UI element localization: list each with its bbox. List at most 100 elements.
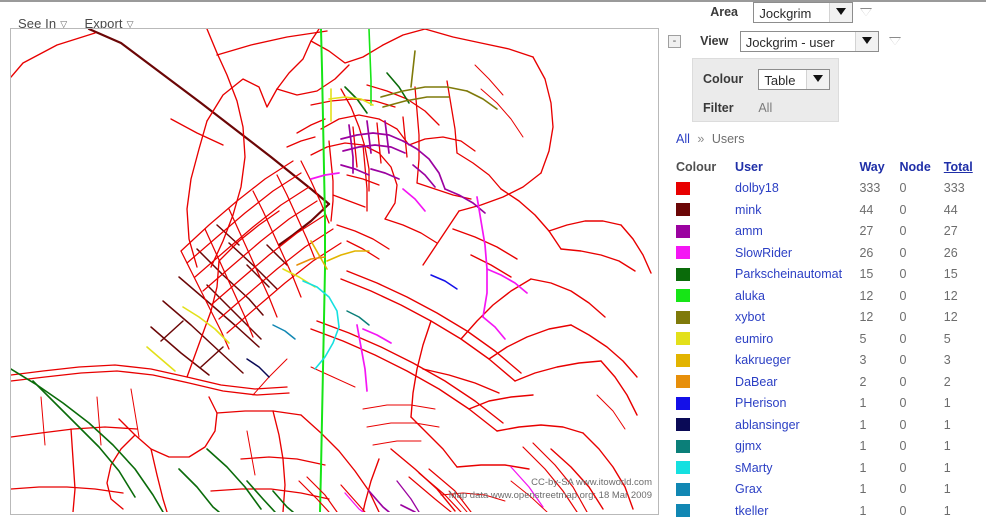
colour-swatch bbox=[676, 310, 690, 324]
users-table: Colour User Way Node Total dolby18 333 0 33… bbox=[676, 160, 986, 525]
user-name-cell[interactable]: DaBear bbox=[735, 375, 859, 397]
user-way-cell: 3 bbox=[859, 353, 867, 367]
user-way-cell: 1 bbox=[859, 417, 867, 432]
colour-swatch bbox=[676, 396, 690, 410]
user-link[interactable]: sMarty bbox=[735, 461, 773, 475]
user-colour-cell bbox=[676, 289, 735, 311]
user-link[interactable]: PHerison bbox=[735, 396, 786, 410]
user-colour-cell bbox=[676, 332, 735, 354]
column-header-total[interactable]: Total bbox=[944, 160, 986, 181]
user-way-cell: 1 bbox=[859, 439, 867, 453]
chevron-down-icon[interactable] bbox=[854, 32, 878, 51]
view-label: View bbox=[700, 33, 729, 48]
user-node-cell: 0 bbox=[899, 503, 907, 518]
map-canvas[interactable]: CC-by-SA www.itoworld.com Map data www.o… bbox=[10, 28, 659, 515]
user-link[interactable]: dolby18 bbox=[735, 181, 779, 195]
user-link[interactable]: amm bbox=[735, 224, 763, 238]
user-total-cell: 5 bbox=[943, 331, 951, 346]
user-name-cell[interactable]: aluka bbox=[735, 289, 859, 311]
chevron-down-icon[interactable] bbox=[806, 70, 830, 89]
user-link[interactable]: DaBear bbox=[735, 375, 777, 389]
users-table-body: dolby18 333 0 333 mink 44 0 44 amm 27 0 27 SlowRider… bbox=[676, 181, 986, 525]
user-total-cell: 44 bbox=[943, 202, 958, 217]
view-select[interactable]: Jockgrim - user bbox=[739, 31, 879, 52]
area-select-value: Jockgrim bbox=[759, 6, 812, 21]
area-control-row: Area Jockgrim bbox=[668, 2, 986, 26]
user-way-cell: 1 bbox=[859, 482, 867, 496]
user-name-cell[interactable]: kakrueger bbox=[735, 353, 859, 375]
user-way-cell: 5 bbox=[859, 331, 867, 346]
colour-swatch bbox=[676, 332, 690, 345]
user-link[interactable]: ablansinger bbox=[735, 418, 800, 432]
breadcrumb-item-all[interactable]: All bbox=[676, 132, 690, 146]
column-header-node[interactable]: Node bbox=[900, 160, 944, 181]
colour-label: Colour bbox=[703, 71, 744, 86]
area-select[interactable]: Jockgrim bbox=[753, 2, 854, 23]
user-node-cell: 0 bbox=[899, 396, 907, 410]
user-colour-cell bbox=[676, 246, 735, 268]
breadcrumb-item-users: Users bbox=[711, 132, 745, 146]
user-total-cell: 12 bbox=[943, 288, 958, 303]
colour-swatch bbox=[676, 353, 690, 367]
control-panel: Area Jockgrim - View Jockgrim - user Col… bbox=[668, 0, 986, 530]
user-total-cell: 15 bbox=[943, 267, 958, 281]
table-row: DaBear 2 0 2 bbox=[676, 375, 986, 397]
column-header-way[interactable]: Way bbox=[859, 160, 899, 181]
view-collapse-button[interactable]: - bbox=[668, 35, 681, 48]
user-colour-cell bbox=[676, 482, 735, 504]
user-way-cell: 44 bbox=[859, 202, 874, 217]
user-name-cell[interactable]: amm bbox=[735, 224, 859, 246]
user-colour-cell bbox=[676, 181, 735, 203]
user-link[interactable]: eumiro bbox=[735, 332, 773, 346]
view-select-value: Jockgrim - user bbox=[745, 35, 835, 50]
user-colour-cell bbox=[676, 396, 735, 418]
chevron-down-icon[interactable] bbox=[829, 3, 853, 22]
user-link[interactable]: xybot bbox=[735, 310, 765, 324]
user-name-cell[interactable]: ablansinger bbox=[735, 418, 859, 440]
user-way-cell: 26 bbox=[859, 245, 874, 260]
user-link[interactable]: Grax bbox=[735, 482, 762, 496]
table-row: kakrueger 3 0 3 bbox=[676, 353, 986, 375]
user-name-cell[interactable]: PHerison bbox=[735, 396, 859, 418]
colour-select-value: Table bbox=[764, 73, 796, 88]
colour-swatch bbox=[676, 224, 690, 238]
user-colour-cell bbox=[676, 310, 735, 332]
user-name-cell[interactable]: dolby18 bbox=[735, 181, 859, 203]
user-link[interactable]: SlowRider bbox=[735, 246, 792, 260]
user-name-cell[interactable]: gjmx bbox=[735, 439, 859, 461]
table-row: amm 27 0 27 bbox=[676, 224, 986, 246]
map-attribution-line2: Map data www.openstreetmap.org: 18 Mar 2… bbox=[448, 490, 652, 501]
table-row: mink 44 0 44 bbox=[676, 203, 986, 225]
user-link[interactable]: Parkscheinautomat bbox=[735, 267, 842, 281]
user-total-cell: 1 bbox=[943, 396, 951, 410]
user-link[interactable]: tkeller bbox=[735, 504, 768, 518]
user-name-cell[interactable]: xybot bbox=[735, 310, 859, 332]
user-name-cell[interactable]: tkeller bbox=[735, 504, 859, 526]
user-colour-cell bbox=[676, 267, 735, 289]
table-row: gjmx 1 0 1 bbox=[676, 439, 986, 461]
user-total-cell: 26 bbox=[943, 245, 958, 260]
user-node-cell: 0 bbox=[899, 482, 907, 496]
user-name-cell[interactable]: mink bbox=[735, 203, 859, 225]
colour-swatch bbox=[676, 418, 690, 431]
user-colour-cell bbox=[676, 439, 735, 461]
user-name-cell[interactable]: eumiro bbox=[735, 332, 859, 354]
user-name-cell[interactable]: sMarty bbox=[735, 461, 859, 483]
user-name-cell[interactable]: Parkscheinautomat bbox=[735, 267, 859, 289]
column-header-user[interactable]: User bbox=[735, 160, 859, 181]
user-name-cell[interactable]: SlowRider bbox=[735, 246, 859, 268]
table-row: Parkscheinautomat 15 0 15 bbox=[676, 267, 986, 289]
area-expand-icon[interactable] bbox=[859, 8, 872, 16]
user-link[interactable]: aluka bbox=[735, 289, 765, 303]
user-link[interactable]: kakrueger bbox=[735, 353, 791, 367]
user-link[interactable]: mink bbox=[735, 203, 761, 217]
view-expand-icon[interactable] bbox=[889, 37, 902, 45]
user-link[interactable]: gjmx bbox=[735, 439, 761, 453]
user-way-cell: 12 bbox=[859, 310, 874, 324]
user-total-cell: 1 bbox=[943, 482, 951, 496]
table-row: Grax 1 0 1 bbox=[676, 482, 986, 504]
colour-select[interactable]: Table bbox=[758, 69, 831, 90]
user-name-cell[interactable]: Grax bbox=[735, 482, 859, 504]
filter-value[interactable]: All bbox=[758, 101, 772, 115]
user-colour-cell bbox=[676, 203, 735, 225]
